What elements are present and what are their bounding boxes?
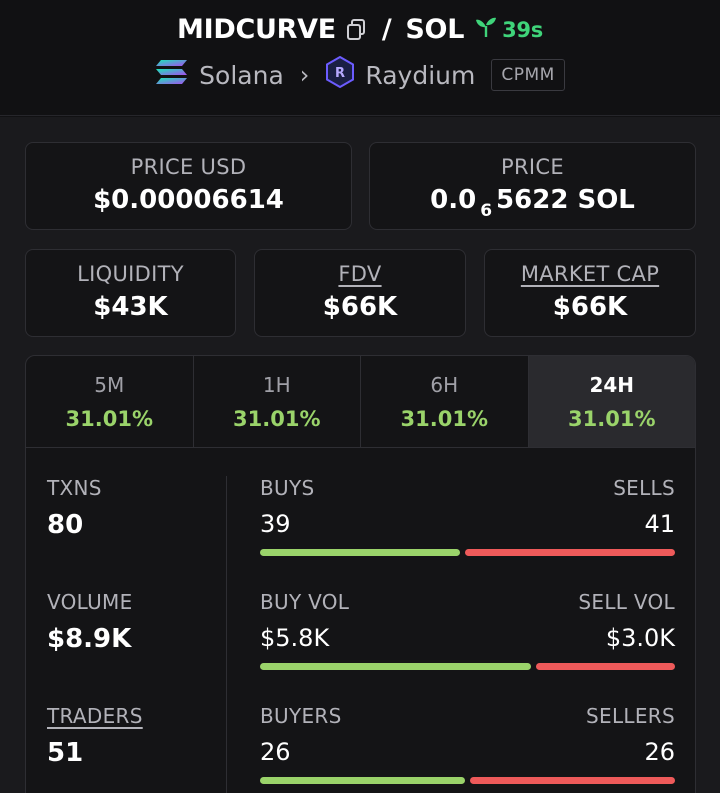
buys-sells-stat: BUYS SELLS 39 41 [260, 476, 675, 556]
stats-divider [226, 476, 227, 793]
token-symbol: MIDCURVE [177, 14, 336, 45]
liquidity-label: LIQUIDITY [77, 262, 184, 286]
tab-label: 5M [94, 372, 125, 397]
chevron-right-icon: › [299, 61, 310, 89]
liquidity-card: LIQUIDITY $43K [25, 249, 236, 337]
price-value-prefix: 0.0 [430, 185, 477, 215]
buyers-label: BUYERS [260, 704, 342, 728]
fdv-value: $66K [322, 292, 398, 322]
sells-value: 41 [644, 510, 675, 538]
trade-stats: TXNS 80 VOLUME $8.9K TRADERS 51 BUYS SEL… [26, 448, 695, 793]
buys-value: 39 [260, 510, 291, 538]
price-usd-label: PRICE USD [130, 155, 247, 179]
pool-type-badge: CPMM [491, 59, 565, 91]
tab-change: 31.01% [233, 406, 321, 431]
tab-change: 31.01% [568, 406, 656, 431]
pair-header: MIDCURVE / SOL 39s Solana › R Raydium CP… [0, 0, 720, 116]
buys-sells-bar [260, 549, 675, 556]
market-cap-card[interactable]: MARKET CAP $66K [484, 249, 696, 337]
tab-label: 6H [430, 372, 459, 397]
buyers-bar-fill [260, 777, 465, 784]
volume-value: $8.9K [47, 624, 132, 654]
liquidity-value: $43K [93, 292, 168, 322]
sells-bar-fill [465, 549, 675, 556]
sellers-bar-fill [470, 777, 675, 784]
pair-age-value: 39s [502, 17, 543, 42]
fdv-label[interactable]: FDV [255, 262, 465, 286]
buy-sell-vol-stat: BUY VOL SELL VOL $5.8K $3.0K [260, 590, 675, 670]
price-usd-value: $0.00006614 [93, 185, 284, 215]
svg-text:R: R [335, 66, 345, 81]
tab-change: 31.01% [65, 406, 153, 431]
buy-vol-value: $5.8K [260, 624, 330, 652]
txns-value: 80 [47, 510, 84, 540]
buys-label: BUYS [260, 476, 315, 500]
raydium-logo: R [325, 55, 355, 94]
pair-stats-area: PRICE USD $0.00006614 PRICE 0.0 6 5622 SOL… [0, 117, 720, 793]
pair-separator: / [381, 14, 392, 45]
buyers-sellers-bar [260, 777, 675, 784]
buy-vol-bar-fill [260, 663, 531, 670]
sell-vol-value: $3.0K [605, 624, 675, 652]
price-label: PRICE [501, 155, 564, 179]
txns-label: TXNS [47, 476, 102, 500]
buys-bar-fill [260, 549, 461, 556]
price-card: PRICE 0.0 6 5622 SOL [369, 142, 696, 230]
volume-label: VOLUME [47, 590, 133, 614]
timeframe-panel: 5M 31.01% 1H 31.01% 6H 31.01% 24H 31.01%… [25, 355, 696, 793]
solana-logo [155, 58, 189, 92]
tab-label: 24H [589, 372, 635, 397]
traders-label[interactable]: TRADERS [47, 704, 143, 728]
pair-age: 39s [474, 16, 543, 43]
copy-icon[interactable] [346, 18, 368, 42]
quote-symbol: SOL [405, 14, 465, 45]
price-value-subscript: 6 [480, 201, 493, 221]
pair-subtitle: Solana › R Raydium CPMM [0, 55, 720, 94]
sprout-icon [474, 16, 498, 43]
pair-title: MIDCURVE / SOL 39s [0, 14, 720, 45]
traders-stat[interactable]: TRADERS 51 [47, 704, 143, 768]
price-value-suffix: 5622 SOL [496, 185, 635, 215]
txns-stat: TXNS 80 [47, 476, 102, 540]
buy-vol-label: BUY VOL [260, 590, 350, 614]
sellers-label: SELLERS [586, 704, 675, 728]
buy-sell-vol-bar [260, 663, 675, 670]
tab-1h[interactable]: 1H 31.01% [194, 356, 361, 447]
price-usd-card: PRICE USD $0.00006614 [25, 142, 352, 230]
tab-change: 31.01% [400, 406, 488, 431]
buyers-sellers-stat: BUYERS SELLERS 26 26 [260, 704, 675, 784]
traders-value: 51 [47, 738, 84, 768]
market-cap-value: $66K [552, 292, 628, 322]
market-cap-label[interactable]: MARKET CAP [485, 262, 695, 286]
fdv-card[interactable]: FDV $66K [254, 249, 466, 337]
buyers-value: 26 [260, 738, 291, 766]
volume-stat: VOLUME $8.9K [47, 590, 133, 654]
sells-label: SELLS [613, 476, 675, 500]
sellers-value: 26 [644, 738, 675, 766]
timeframe-tabs: 5M 31.01% 1H 31.01% 6H 31.01% 24H 31.01% [26, 356, 695, 448]
tab-6h[interactable]: 6H 31.01% [361, 356, 529, 447]
chain-name[interactable]: Solana [199, 61, 284, 90]
price-value: 0.0 6 5622 SOL [370, 185, 695, 221]
dex-name[interactable]: Raydium [365, 61, 475, 90]
tab-5m[interactable]: 5M 31.01% [26, 356, 194, 447]
tab-label: 1H [262, 372, 291, 397]
tab-24h[interactable]: 24H 31.01% [528, 356, 695, 447]
sell-vol-bar-fill [535, 663, 675, 670]
sell-vol-label: SELL VOL [578, 590, 675, 614]
